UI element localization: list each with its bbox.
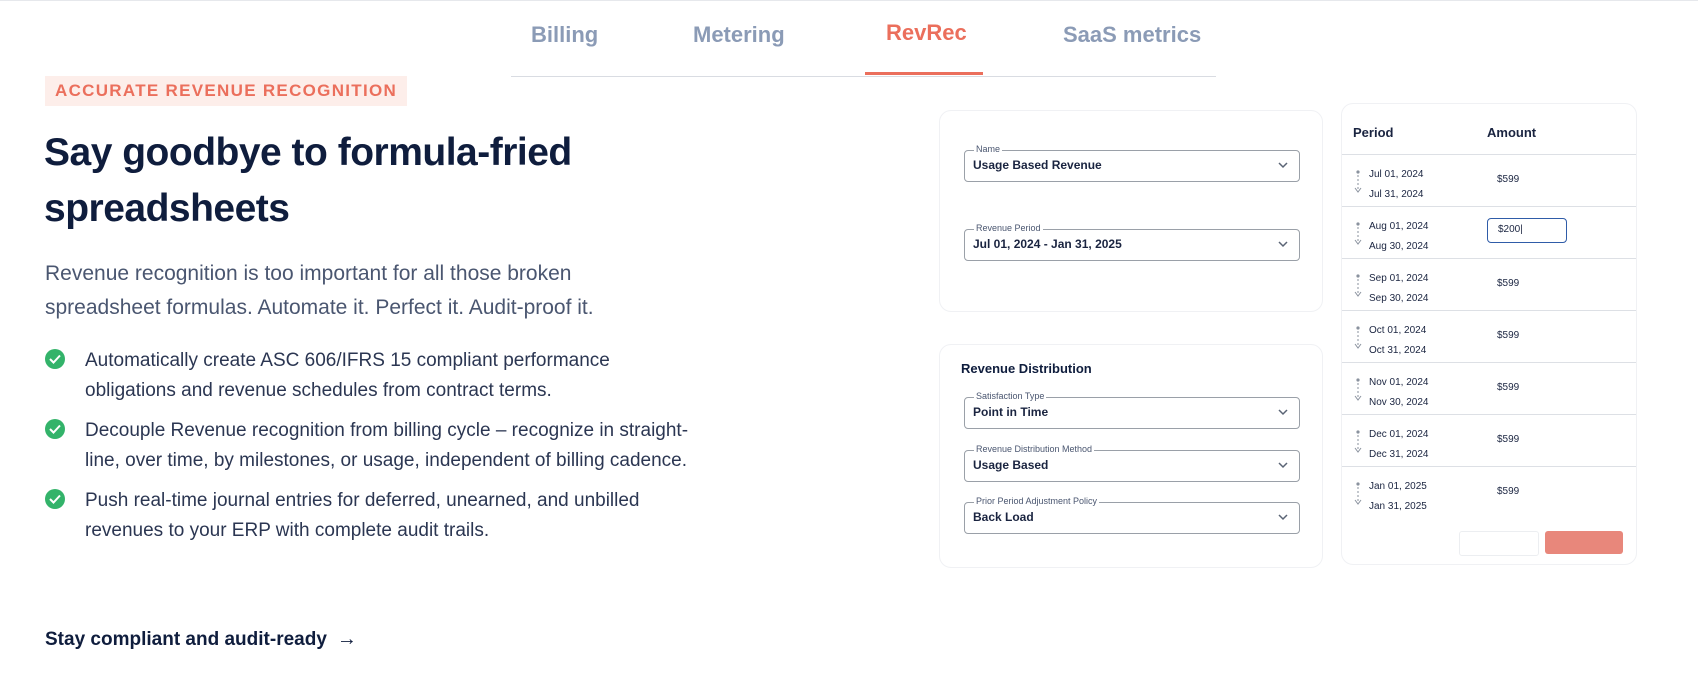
period-end: Sep 30, 2024 <box>1369 293 1429 304</box>
list-item: Automatically create ASC 606/IFRS 15 com… <box>45 346 695 406</box>
amount-value: $599 <box>1497 486 1520 497</box>
period-dates: Aug 01, 2024 Aug 30, 2024 <box>1369 217 1429 257</box>
list-item: Decouple Revenue recognition from billin… <box>45 416 695 476</box>
tab-billing[interactable]: Billing <box>531 22 598 48</box>
table-row: Jan 01, 2025 Jan 31, 2025 $599 <box>1342 466 1636 519</box>
timeline-icon <box>1354 221 1362 247</box>
chevron-down-icon <box>1278 162 1288 169</box>
name-select[interactable]: Name Usage Based Revenue <box>964 143 1300 182</box>
chevron-down-icon <box>1278 241 1288 248</box>
field-label: Satisfaction Type <box>974 390 1047 402</box>
amount-value: $599 <box>1497 330 1520 341</box>
period-end: Jul 31, 2024 <box>1369 189 1424 200</box>
field-value: Back Load <box>973 510 1034 524</box>
field-value: Point in Time <box>973 405 1049 419</box>
period-end: Dec 31, 2024 <box>1369 449 1429 460</box>
revenue-period-select[interactable]: Revenue Period Jul 01, 2024 - Jan 31, 20… <box>964 222 1300 261</box>
period-end: Jan 31, 2025 <box>1369 501 1427 512</box>
table-row: Oct 01, 2024 Oct 31, 2024 $599 <box>1342 310 1636 363</box>
feature-text: Decouple Revenue recognition from billin… <box>85 420 689 471</box>
active-tab-indicator <box>865 72 983 75</box>
period-start: Aug 01, 2024 <box>1369 221 1429 232</box>
amount-value: $599 <box>1497 278 1520 289</box>
period-dates: Oct 01, 2024 Oct 31, 2024 <box>1369 321 1426 361</box>
distribution-method-select[interactable]: Revenue Distribution Method Usage Based <box>964 443 1300 482</box>
feature-list: Automatically create ASC 606/IFRS 15 com… <box>45 346 695 556</box>
satisfaction-type-select[interactable]: Satisfaction Type Point in Time <box>964 390 1300 429</box>
check-icon <box>45 349 65 369</box>
cancel-button[interactable] <box>1459 531 1539 556</box>
field-value: Usage Based Revenue <box>973 158 1102 172</box>
headline-line-2: spreadsheets <box>44 187 290 230</box>
chevron-down-icon <box>1278 409 1288 416</box>
period-start: Nov 01, 2024 <box>1369 377 1429 388</box>
chevron-down-icon <box>1278 462 1288 469</box>
amount-value: $599 <box>1497 382 1520 393</box>
page-headline: Say goodbye to formula-fried spreadsheet… <box>44 125 684 237</box>
field-value: Usage Based <box>973 458 1049 472</box>
amount-value: $599 <box>1497 434 1520 445</box>
headline-line-1: Say goodbye to formula-fried <box>44 131 572 174</box>
column-header-period: Period <box>1353 125 1394 140</box>
period-dates: Jul 01, 2024 Jul 31, 2024 <box>1369 165 1424 205</box>
section-eyebrow: ACCURATE REVENUE RECOGNITION <box>45 76 408 106</box>
period-end: Oct 31, 2024 <box>1369 345 1427 356</box>
period-end: Aug 30, 2024 <box>1369 241 1429 252</box>
revenue-schedule-card: Period Amount Jul 01, 2024 Jul 31, 2024 $5… <box>1341 103 1637 565</box>
field-label: Name <box>974 143 1003 155</box>
table-row: Jul 01, 2024 Jul 31, 2024 $599 <box>1342 154 1636 207</box>
period-dates: Nov 01, 2024 Nov 30, 2024 <box>1369 373 1429 413</box>
timeline-icon <box>1354 377 1362 403</box>
list-item: Push real-time journal entries for defer… <box>45 486 695 546</box>
period-dates: Dec 01, 2024 Dec 31, 2024 <box>1369 425 1429 465</box>
save-button[interactable] <box>1545 531 1623 554</box>
revenue-distribution-card: Revenue Distribution Satisfaction Type P… <box>939 344 1323 568</box>
period-start: Dec 01, 2024 <box>1369 429 1429 440</box>
amount-value: $599 <box>1497 174 1520 185</box>
tab-saas-metrics[interactable]: SaaS metrics <box>1063 22 1201 48</box>
adjustment-policy-select[interactable]: Prior Period Adjustment Policy Back Load <box>964 495 1300 534</box>
feature-text: Automatically create ASC 606/IFRS 15 com… <box>85 350 610 401</box>
field-label: Revenue Distribution Method <box>974 443 1095 455</box>
cta-link[interactable]: Stay compliant and audit-ready → <box>45 628 357 651</box>
lede-paragraph: Revenue recognition is too important for… <box>45 262 594 319</box>
check-icon <box>45 489 65 509</box>
table-row: Aug 01, 2024 Aug 30, 2024 $200| <box>1342 206 1636 259</box>
column-header-amount: Amount <box>1487 125 1537 140</box>
amount-input[interactable]: $200| <box>1487 218 1567 243</box>
timeline-icon <box>1354 169 1362 195</box>
period-end: Nov 30, 2024 <box>1369 397 1429 408</box>
period-start: Jul 01, 2024 <box>1369 169 1424 180</box>
arrow-right-icon: → <box>336 628 357 650</box>
timeline-icon <box>1354 273 1362 299</box>
table-row: Dec 01, 2024 Dec 31, 2024 $599 <box>1342 414 1636 467</box>
table-row: Nov 01, 2024 Nov 30, 2024 $599 <box>1342 362 1636 415</box>
field-label: Prior Period Adjustment Policy <box>974 495 1100 507</box>
chevron-down-icon <box>1278 514 1288 521</box>
tab-revrec[interactable]: RevRec <box>886 20 967 46</box>
cta-label: Stay compliant and audit-ready <box>45 628 327 650</box>
field-value: Jul 01, 2024 - Jan 31, 2025 <box>973 237 1122 251</box>
product-tabs: Billing Metering RevRec SaaS metrics <box>511 0 1216 77</box>
period-start: Sep 01, 2024 <box>1369 273 1429 284</box>
revenue-settings-card: Name Usage Based Revenue Revenue Period … <box>939 110 1323 312</box>
period-dates: Sep 01, 2024 Sep 30, 2024 <box>1369 269 1429 309</box>
period-dates: Jan 01, 2025 Jan 31, 2025 <box>1369 477 1427 517</box>
timeline-icon <box>1354 325 1362 351</box>
timeline-icon <box>1354 429 1362 455</box>
period-start: Oct 01, 2024 <box>1369 325 1427 336</box>
timeline-icon <box>1354 481 1362 507</box>
card-title: Revenue Distribution <box>961 361 1092 376</box>
table-row: Sep 01, 2024 Sep 30, 2024 $599 <box>1342 258 1636 311</box>
field-label: Revenue Period <box>974 222 1043 234</box>
feature-text: Push real-time journal entries for defer… <box>85 490 640 541</box>
tab-metering[interactable]: Metering <box>693 22 785 48</box>
check-icon <box>45 419 65 439</box>
period-start: Jan 01, 2025 <box>1369 481 1427 492</box>
